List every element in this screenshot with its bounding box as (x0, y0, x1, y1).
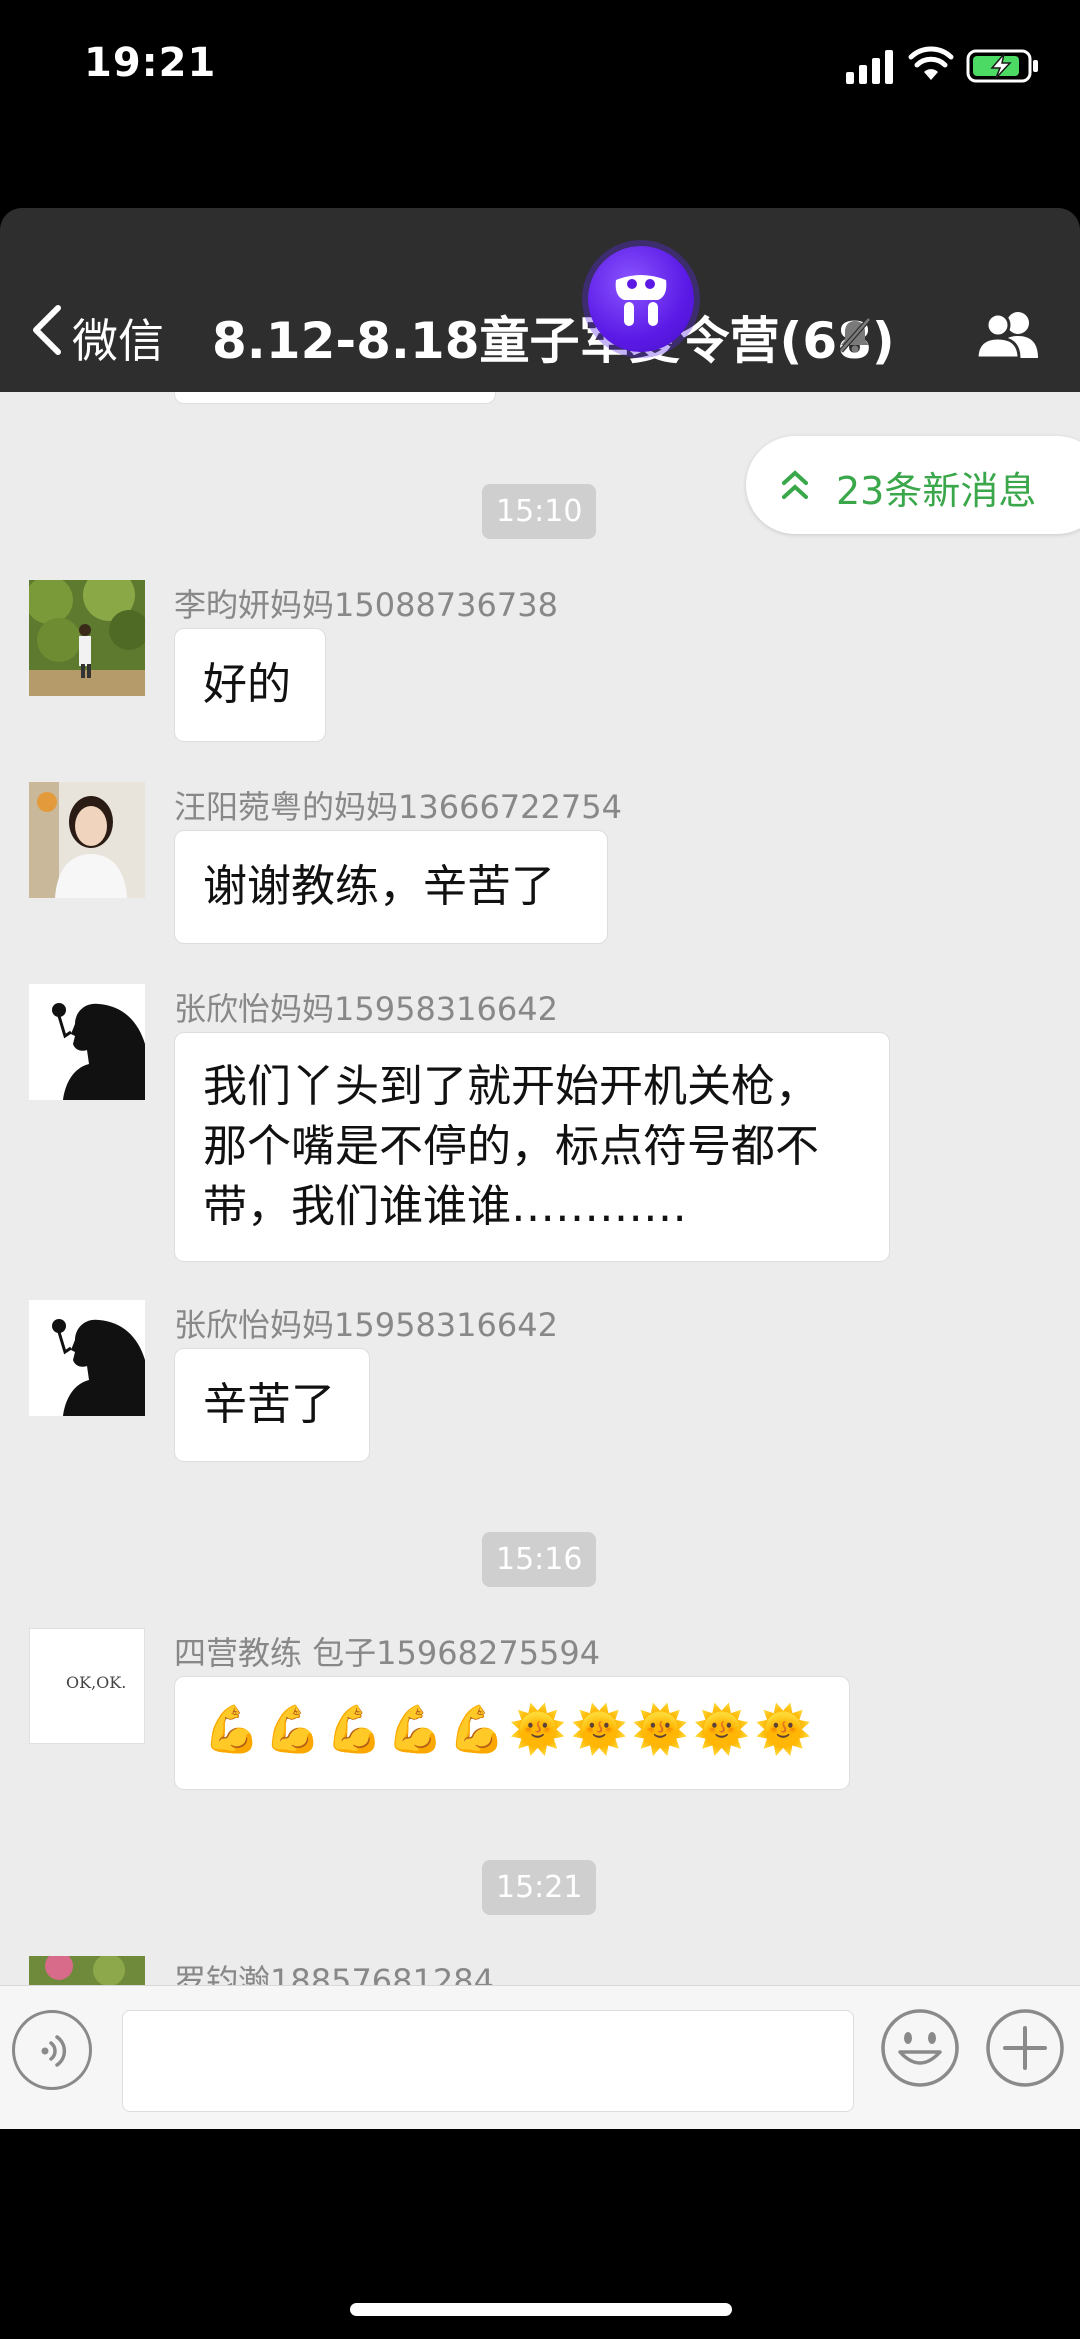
message-bubble[interactable]: 好的 (174, 628, 326, 742)
chat-header: 微信 8.12-8.18童子军夏令营(68) (0, 208, 1080, 392)
message-text-line: 我们丫头到了就开始开机关枪， (203, 1061, 819, 1112)
floating-assistant-button[interactable] (588, 246, 694, 352)
message-text-line: 那个嘴是不停的，标点符号都不 (203, 1121, 819, 1172)
message-bubble[interactable]: 辛苦了 (174, 1348, 370, 1462)
message-input[interactable] (122, 2010, 854, 2112)
sender-name: 张欣怡妈妈15958316642 (174, 1306, 558, 1344)
avatar[interactable] (29, 1956, 145, 1985)
sender-name: 四营教练 包子15968275594 (174, 1634, 601, 1672)
avatar[interactable] (29, 984, 145, 1100)
home-indicator (350, 2303, 732, 2316)
message-text-line: 带，我们谁谁谁………… (203, 1181, 687, 1232)
sender-name: 汪阳菀粤的妈妈13666722754 (174, 788, 622, 826)
avatar[interactable]: OK,OK. (29, 1628, 145, 1744)
avatar[interactable] (29, 1300, 145, 1416)
status-bar: 19:21 (0, 0, 1080, 130)
avatar-text: OK,OK. (66, 1673, 127, 1692)
avatar[interactable] (29, 580, 145, 696)
message-text: 谢谢教练，辛苦了 (203, 861, 555, 912)
chevron-left-icon[interactable] (28, 304, 64, 356)
cellular-signal-icon (846, 50, 893, 84)
voice-icon (41, 2035, 67, 2067)
message-text: 💪💪💪💪💪🌞🌞🌞🌞🌞 (203, 1702, 816, 1756)
back-button[interactable]: 微信 (72, 305, 164, 371)
status-time: 19:21 (84, 40, 217, 86)
message-bubble (174, 392, 496, 404)
chat-title: 8.12-8.18童子军夏令营(68) (212, 312, 895, 370)
sender-name: 李昀妍妈妈15088736738 (174, 586, 558, 624)
timestamp: 15:21 (482, 1860, 597, 1915)
emoji-icon[interactable] (880, 2008, 960, 2088)
double-chevron-up-icon (782, 470, 808, 499)
message-list[interactable]: 23条新消息 15:10 李昀妍妈妈15088736738 好的 汪阳菀粤的妈妈… (0, 392, 1080, 1985)
timestamp: 15:16 (482, 1532, 597, 1587)
new-messages-label: 23条新消息 (836, 469, 1037, 513)
battery-charging-icon (966, 49, 1038, 83)
sender-name: 罗钧瀚18857681284 (174, 1962, 494, 1985)
voice-button[interactable] (12, 2010, 92, 2090)
message-bubble[interactable]: 我们丫头到了就开始开机关枪， 那个嘴是不停的，标点符号都不 带，我们谁谁谁………… (174, 1032, 890, 1262)
group-members-icon[interactable] (974, 308, 1042, 360)
new-messages-button[interactable]: 23条新消息 (746, 436, 1080, 534)
message-bubble[interactable]: 谢谢教练，辛苦了 (174, 830, 608, 944)
message-bubble[interactable]: 💪💪💪💪💪🌞🌞🌞🌞🌞 (174, 1676, 850, 1790)
floating-assistant-icon (615, 275, 667, 326)
sender-name: 张欣怡妈妈15958316642 (174, 990, 558, 1028)
input-bar (0, 1985, 1080, 2129)
wifi-icon (908, 46, 954, 80)
message-text: 辛苦了 (203, 1379, 335, 1430)
plus-icon[interactable] (985, 2008, 1065, 2088)
mute-bell-icon (839, 317, 871, 353)
message-text: 好的 (203, 659, 291, 710)
avatar[interactable] (29, 782, 145, 898)
timestamp: 15:10 (482, 484, 597, 539)
